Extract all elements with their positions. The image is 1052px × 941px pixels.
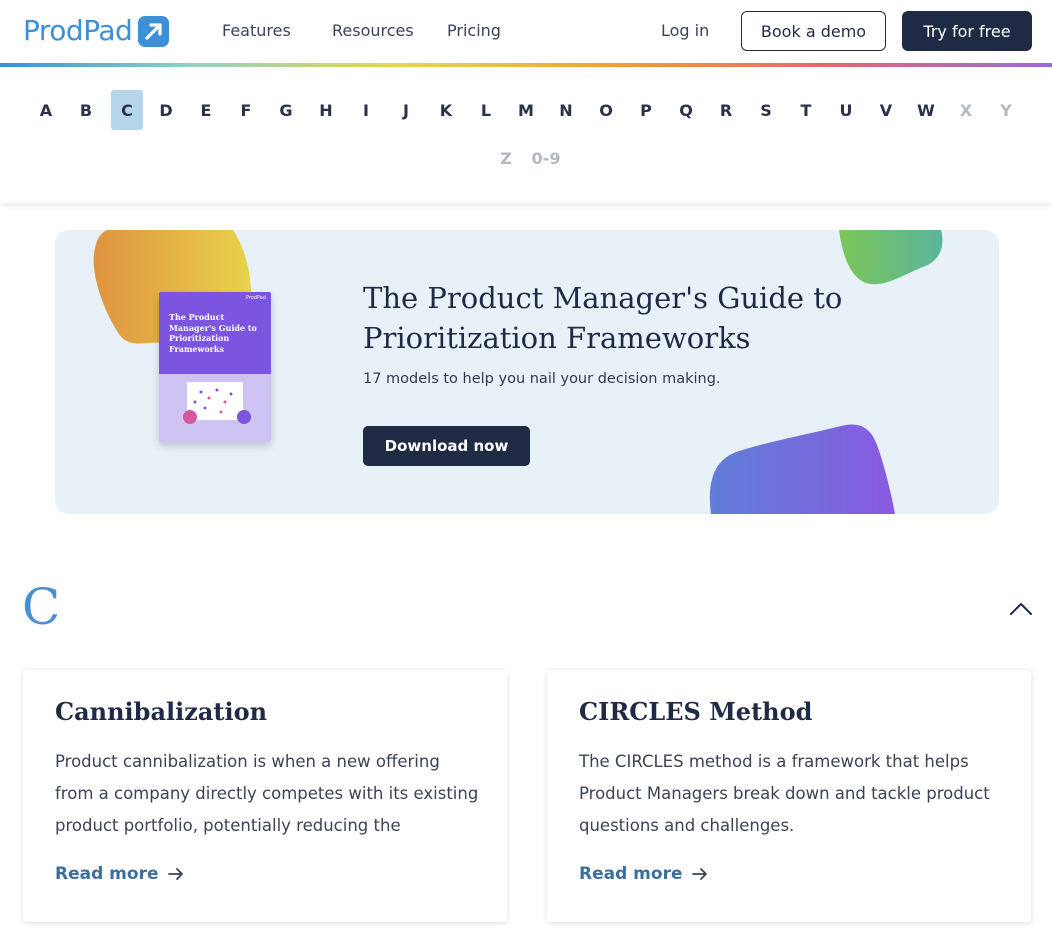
guide-book-cover-image: ProdPad The Product Manager's Guide to P…: [159, 292, 271, 442]
letter-j[interactable]: J: [390, 90, 422, 130]
login-link[interactable]: Log in: [661, 21, 709, 41]
nav-pricing[interactable]: Pricing: [447, 21, 501, 41]
letter-m[interactable]: M: [510, 90, 542, 130]
letter-d[interactable]: D: [150, 90, 182, 130]
banner-subtitle: 17 models to help you nail your decision…: [363, 371, 721, 387]
letter-u[interactable]: U: [830, 90, 862, 130]
read-more-label: Read more: [55, 864, 159, 884]
logo-arrow-icon: [138, 15, 170, 47]
letter-h[interactable]: H: [310, 90, 342, 130]
letter-n[interactable]: N: [550, 90, 582, 130]
read-more-label: Read more: [579, 864, 683, 884]
book-demo-button[interactable]: Book a demo: [741, 11, 886, 51]
guide-promo-banner: ProdPad The Product Manager's Guide to P…: [55, 230, 999, 514]
letter-p[interactable]: P: [630, 90, 662, 130]
chevron-up-icon[interactable]: [1008, 598, 1034, 620]
try-free-button[interactable]: Try for free: [902, 11, 1032, 51]
card-description: The CIRCLES method is a framework that h…: [579, 752, 990, 835]
prodpad-logo[interactable]: ProdPad: [23, 14, 170, 47]
alphabet-nav: A B C D E F G H I J K L M N O P Q R S T …: [0, 67, 1052, 203]
letter-e[interactable]: E: [190, 90, 222, 130]
purple-blob-decoration: [709, 424, 895, 514]
letter-l[interactable]: L: [470, 90, 502, 130]
letter-x-disabled: X: [959, 100, 973, 120]
letter-w[interactable]: W: [910, 90, 942, 130]
letter-i[interactable]: I: [350, 90, 382, 130]
section-heading-letter: C: [22, 578, 61, 636]
card-title: CIRCLES Method: [579, 697, 813, 726]
arrow-right-icon: [167, 868, 183, 880]
letter-v[interactable]: V: [870, 90, 902, 130]
download-now-button[interactable]: Download now: [363, 426, 530, 466]
nav-features[interactable]: Features: [222, 21, 291, 41]
letter-q[interactable]: Q: [670, 90, 702, 130]
read-more-link[interactable]: Read more: [55, 860, 185, 888]
banner-title: The Product Manager's Guide to Prioritiz…: [363, 281, 843, 355]
letter-y-disabled: Y: [1000, 100, 1012, 120]
site-header: ProdPad Features Resources Pricing Log i…: [0, 0, 1052, 64]
arrow-right-icon: [691, 868, 707, 880]
letter-t[interactable]: T: [790, 90, 822, 130]
read-more-link[interactable]: Read more: [579, 860, 709, 888]
letter-r[interactable]: R: [710, 90, 742, 130]
letter-a[interactable]: A: [30, 90, 62, 130]
letter-k[interactable]: K: [430, 90, 462, 130]
card-title: Cannibalization: [55, 697, 268, 726]
nav-resources[interactable]: Resources: [332, 21, 414, 41]
letter-f[interactable]: F: [230, 90, 262, 130]
book-brand: ProdPad: [245, 295, 266, 301]
letter-c-active[interactable]: C: [111, 90, 143, 130]
letter-0-9-disabled: 0-9: [531, 148, 561, 168]
glossary-card[interactable]: CIRCLES Method The CIRCLES method is a f…: [547, 670, 1031, 922]
logo-text: ProdPad: [23, 14, 133, 47]
letter-o[interactable]: O: [590, 90, 622, 130]
letter-b[interactable]: B: [70, 90, 102, 130]
book-title: The Product Manager's Guide to Prioritiz…: [169, 312, 257, 354]
letter-z-disabled: Z: [500, 148, 512, 168]
letter-g[interactable]: G: [270, 90, 302, 130]
card-description: Product cannibalization is when a new of…: [55, 752, 479, 835]
letter-s[interactable]: S: [750, 90, 782, 130]
glossary-card[interactable]: Cannibalization Product cannibalization …: [23, 670, 507, 922]
